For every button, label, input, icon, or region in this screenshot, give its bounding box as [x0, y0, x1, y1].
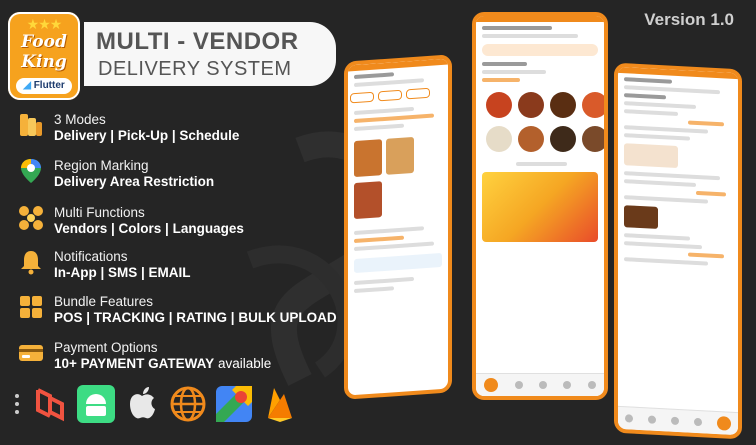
version-label: Version 1.0 [644, 10, 734, 29]
bell-icon [21, 251, 41, 275]
laravel-icon [36, 388, 64, 422]
feature-title: Multi Functions [54, 205, 145, 220]
feature-title: Payment Options [54, 340, 158, 355]
feature-multi: Multi Functions Vendors | Colors | Langu… [18, 205, 244, 237]
bundle-grid-icon [20, 296, 42, 318]
apple-icon [130, 387, 155, 419]
feature-modes: 3 Modes Delivery | Pick-Up | Schedule [18, 112, 239, 144]
feature-detail: Delivery | Pick-Up | Schedule [54, 128, 240, 143]
logo-brand-line2: King [21, 52, 67, 72]
flutter-badge: ◢ Flutter [16, 78, 72, 94]
firebase-icon [268, 388, 292, 422]
feature-title: Bundle Features [54, 294, 154, 309]
flutter-icon: ◢ [23, 80, 31, 91]
phone-mockup-pos [344, 54, 452, 400]
feature-title: 3 Modes [54, 112, 106, 127]
feature-detail: POS | TRACKING | RATING | BULK UPLOAD [54, 310, 337, 325]
feature-detail: Vendors | Colors | Languages [54, 221, 244, 236]
map-pin-icon [21, 159, 41, 183]
logo-stars: ★★★ [26, 16, 63, 32]
food-king-logo: ★★★ Food King ◢ Flutter [8, 12, 80, 100]
title-line2: DELIVERY SYSTEM [98, 58, 292, 80]
phone-mockup-orders [614, 62, 742, 440]
flutter-label: Flutter [33, 80, 65, 91]
title-banner: MULTI - VENDOR DELIVERY SYSTEM [84, 22, 336, 86]
feature-notifications: Notifications In-App | SMS | EMAIL [18, 249, 191, 281]
feature-detail: 10+ PAYMENT GATEWAY available [54, 356, 271, 372]
dots-icon [15, 394, 19, 414]
feature-title: Region Marking [54, 158, 149, 173]
payment-card-icon [19, 345, 43, 361]
multi-function-icon [19, 206, 43, 230]
web-globe-icon [170, 386, 206, 422]
feature-detail: In-App | SMS | EMAIL [54, 265, 191, 280]
title-line1: MULTI - VENDOR [96, 28, 299, 55]
feature-region: Region Marking Delivery Area Restriction [18, 158, 214, 190]
feature-detail-suffix: available [214, 356, 272, 371]
feature-detail: Delivery Area Restriction [54, 174, 215, 189]
feature-payment: Payment Options 10+ PAYMENT GATEWAY avai… [18, 340, 271, 372]
feature-detail-bold: 10+ PAYMENT GATEWAY [54, 356, 215, 371]
feature-title: Notifications [54, 249, 128, 264]
logo-brand-line1: Food [21, 32, 67, 52]
android-icon [77, 385, 115, 423]
food-slices-icon [20, 114, 42, 136]
feature-bundle: Bundle Features POS | TRACKING | RATING … [18, 294, 337, 326]
google-maps-icon [216, 386, 252, 422]
phone-mockup-home [472, 12, 608, 400]
platform-icons [10, 384, 300, 424]
